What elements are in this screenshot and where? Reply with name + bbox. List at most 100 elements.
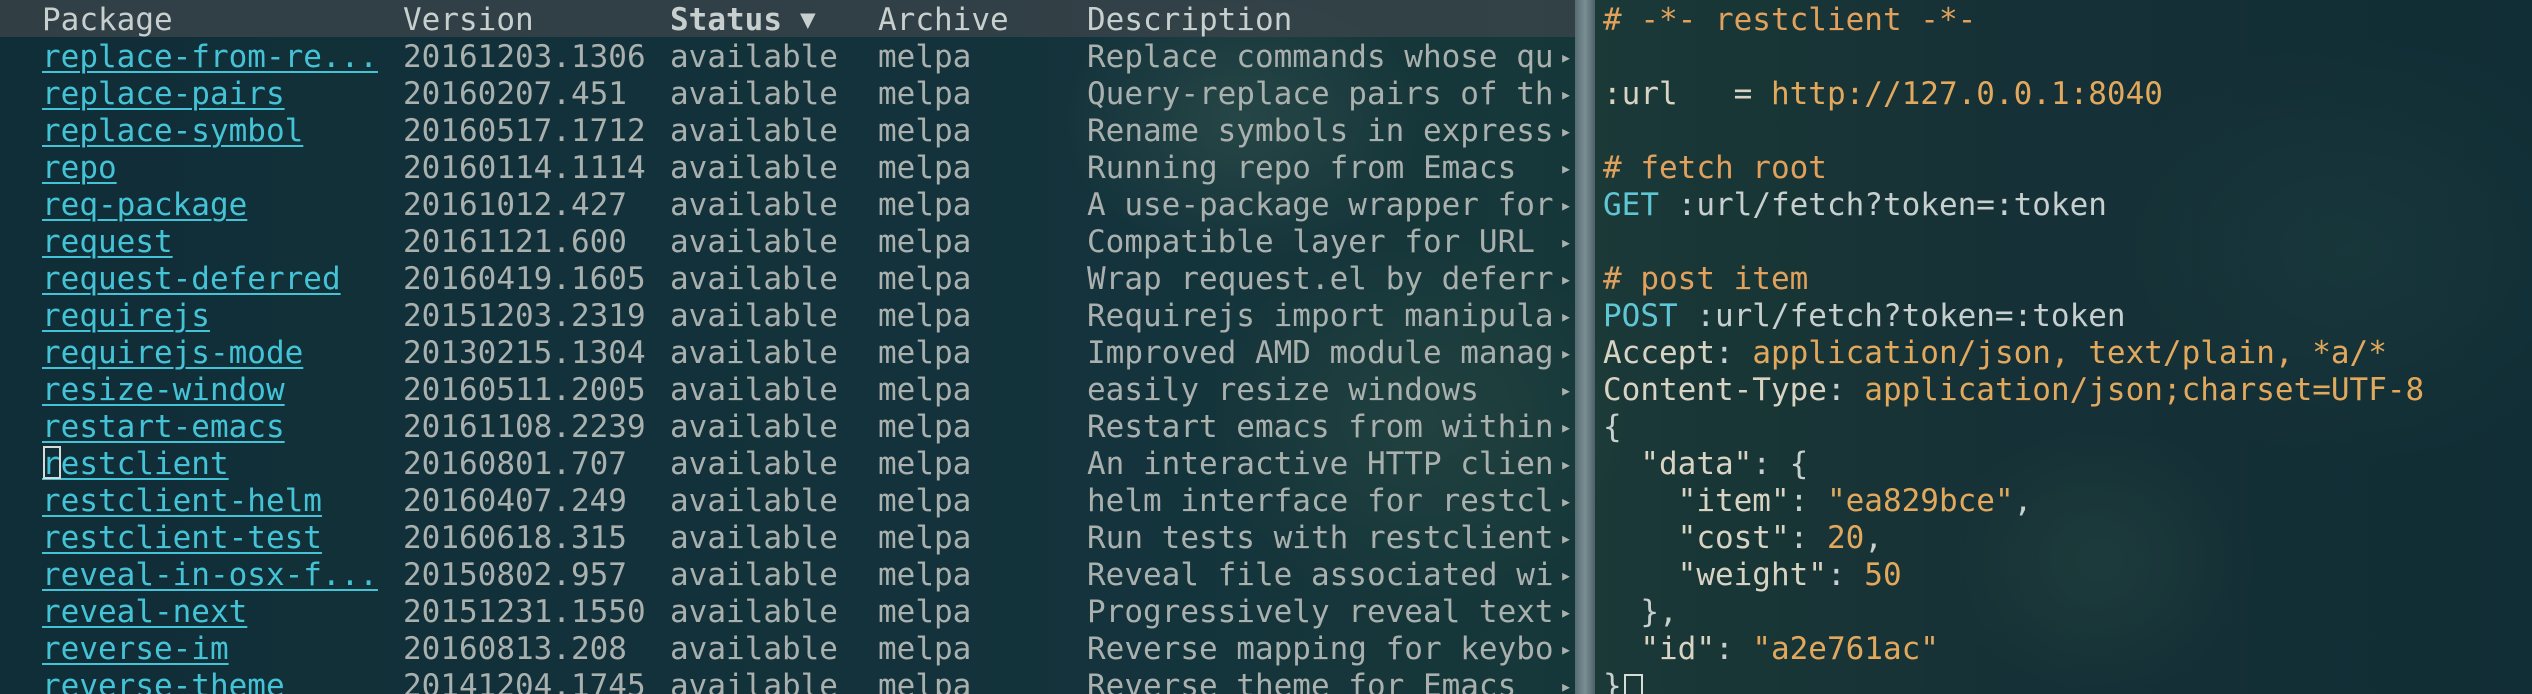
json-close-line: } (1603, 668, 1643, 694)
package-status: available (670, 76, 838, 112)
package-name-link[interactable]: replace-from-re... (42, 39, 378, 75)
package-name-link[interactable]: restclient (42, 446, 229, 482)
json-weight-key: "weight" (1603, 557, 1827, 593)
json-id-key: "id" (1603, 631, 1715, 667)
json-item-value: "ea829bce" (1826, 483, 2014, 519)
package-archive: melpa (878, 483, 972, 519)
package-name-link[interactable]: restclient-helm (42, 483, 322, 519)
table-row[interactable]: requirejs-mode 20130215.1304 available melp… (0, 333, 1575, 371)
package-name-link[interactable]: replace-symbol (42, 113, 303, 149)
package-status: available (670, 113, 838, 149)
package-archive: melpa (878, 113, 972, 149)
package-description: Restart emacs from within (1087, 409, 1554, 445)
package-name-link[interactable]: request-deferred (42, 261, 341, 297)
table-row[interactable]: resize-window 20160511.2005 available melpa… (0, 370, 1575, 408)
package-version: 20161121.600 (403, 224, 627, 260)
package-status: available (670, 668, 838, 694)
package-status: available (670, 520, 838, 556)
package-status: available (670, 150, 838, 186)
package-name-link[interactable]: restart-emacs (42, 409, 285, 445)
post-method: POST (1603, 298, 1678, 334)
package-name-link[interactable]: repo (42, 150, 117, 186)
package-status: available (670, 631, 838, 667)
package-version: 20160511.2005 (403, 372, 646, 408)
column-header-description[interactable]: Description (1087, 2, 1292, 38)
package-status: available (670, 261, 838, 297)
truncation-arrow-icon: ▸ (1560, 82, 1573, 106)
package-status: available (670, 335, 838, 371)
table-row[interactable]: restclient 20160801.707 available melpa An i… (0, 444, 1575, 482)
package-name-link[interactable]: reverse-im (42, 631, 229, 667)
column-header-archive[interactable]: Archive (878, 2, 1009, 38)
package-version: 20151203.2319 (403, 298, 646, 334)
get-method: GET (1603, 187, 1659, 223)
truncation-arrow-icon: ▸ (1560, 452, 1573, 476)
table-row[interactable]: restclient-helm 20160407.249 available melp… (0, 481, 1575, 519)
post-request-line: POST :url/fetch?token=:token (1603, 298, 2126, 334)
table-row[interactable]: reverse-im 20160813.208 available melpa Reve… (0, 629, 1575, 667)
package-status: available (670, 557, 838, 593)
truncation-arrow-icon: ▸ (1560, 156, 1573, 180)
column-header-package[interactable]: Package (42, 2, 173, 38)
package-archive: melpa (878, 409, 972, 445)
package-name-link[interactable]: reveal-in-osx-f... (42, 557, 378, 593)
table-row[interactable]: reveal-in-osx-f... 20150802.957 available m… (0, 555, 1575, 593)
restclient-editor-pane[interactable]: # -*- restclient -*- :url = http://127.0… (1595, 0, 2532, 694)
package-name-link[interactable]: resize-window (42, 372, 285, 408)
package-name-link[interactable]: replace-pairs (42, 76, 285, 112)
package-name-link[interactable]: requirejs (42, 298, 210, 334)
package-status: available (670, 372, 838, 408)
package-name-link[interactable]: reverse-theme (42, 668, 285, 694)
package-name-link[interactable]: reveal-next (42, 594, 247, 630)
table-row[interactable]: restclient-test 20160618.315 available melp… (0, 518, 1575, 556)
table-row[interactable]: repo 20160114.1114 available melpa Running r… (0, 148, 1575, 186)
table-row[interactable]: request-deferred 20160419.1605 available me… (0, 259, 1575, 297)
package-description: Progressively reveal text (1087, 594, 1554, 630)
truncation-arrow-icon: ▸ (1560, 563, 1573, 587)
package-description: Wrap request.el by deferr (1087, 261, 1554, 297)
package-archive: melpa (878, 187, 972, 223)
table-row[interactable]: replace-symbol 20160517.1712 available melp… (0, 111, 1575, 149)
content-type-key: Content-Type (1603, 372, 1827, 408)
table-row[interactable]: replace-from-re... 20161203.1306 available… (0, 37, 1575, 75)
package-version: 20160517.1712 (403, 113, 646, 149)
json-data-line: "data": { (1603, 446, 1808, 482)
package-version: 20161203.1306 (403, 39, 646, 75)
post-comment: # post item (1603, 261, 1809, 297)
table-row[interactable]: replace-pairs 20160207.451 available melpa Q… (0, 74, 1575, 112)
json-data-close: }, (1603, 594, 1678, 630)
url-value: http://127.0.0.1:8040 (1770, 76, 2163, 112)
post-path: :url/fetch?token=:token (1677, 298, 2126, 334)
package-description: Reverse mapping for keybo (1087, 631, 1554, 667)
package-version: 20161012.427 (403, 187, 627, 223)
package-version: 20160419.1605 (403, 261, 646, 297)
package-version: 20150802.957 (403, 557, 627, 593)
point-cursor (43, 446, 61, 479)
package-name-link[interactable]: restclient-test (42, 520, 322, 556)
truncation-arrow-icon: ▸ (1560, 600, 1573, 624)
url-variable-name: :url (1603, 76, 1678, 112)
package-description: An interactive HTTP clien (1087, 446, 1554, 482)
package-archive: melpa (878, 631, 972, 667)
truncation-arrow-icon: ▸ (1560, 45, 1573, 69)
table-row[interactable]: request 20161121.600 available melpa Compati… (0, 222, 1575, 260)
package-version: 20160407.249 (403, 483, 627, 519)
package-archive: melpa (878, 557, 972, 593)
table-row[interactable]: req-package 20161012.427 available melpa A u… (0, 185, 1575, 223)
column-header-version[interactable]: Version (403, 2, 534, 38)
json-data-open: : { (1752, 446, 1809, 482)
table-row[interactable]: reveal-next 20151231.1550 available melpa Pr… (0, 592, 1575, 630)
truncation-arrow-icon: ▸ (1560, 341, 1573, 365)
package-name-link[interactable]: requirejs-mode (42, 335, 303, 371)
column-header-status[interactable]: Status (670, 2, 782, 38)
package-name-link[interactable]: request (42, 224, 173, 260)
package-name-link[interactable]: req-package (42, 187, 247, 223)
table-row[interactable]: requirejs 20151203.2319 available melpa Requ… (0, 296, 1575, 334)
accept-header-value: application/json, text/plain, *a/* (1733, 335, 2387, 371)
table-row[interactable]: restart-emacs 20161108.2239 available melpa… (0, 407, 1575, 445)
window-divider[interactable] (1575, 0, 1595, 694)
json-cost-value: 20 (1826, 520, 1865, 556)
table-row[interactable]: reverse-theme 20141204.1745 available melpa… (0, 666, 1575, 694)
package-description: easily resize windows (1087, 372, 1479, 408)
package-list-pane[interactable]: Package Version Status ▼ Archive Descrip… (0, 0, 1575, 694)
